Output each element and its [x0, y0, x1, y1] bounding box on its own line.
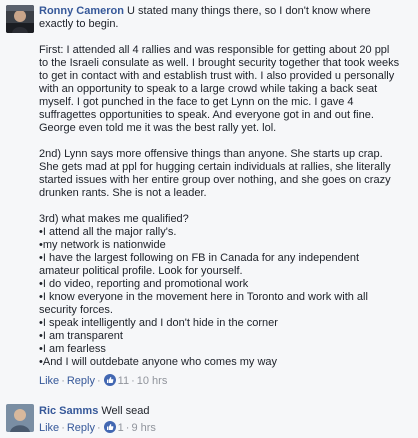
comment-line: •I speak intelligently and I don't hide … — [39, 317, 278, 329]
comment-body: exactly to begin. First: I attended all 4… — [39, 18, 415, 369]
like-count[interactable]: 11 — [118, 375, 129, 387]
timestamp[interactable]: 10 hrs — [137, 375, 168, 387]
comment-paragraph: 2nd) Lynn says more offensive things tha… — [39, 148, 415, 200]
comment-line: •I am fearless — [39, 343, 106, 355]
comment-line: to the Israeli consulate as well. I brou… — [39, 57, 400, 69]
reply-link[interactable]: Reply — [67, 422, 95, 434]
reply-link[interactable]: Reply — [67, 375, 95, 387]
comment-paragraph: 3rd) what makes me qualified? •I attend a… — [39, 213, 415, 369]
comment-line: 3rd) what makes me qualified? — [39, 213, 189, 225]
avatar[interactable] — [6, 404, 34, 432]
timestamp[interactable]: 9 hrs — [131, 422, 155, 434]
comment-line: •I do video, reporting and promotional w… — [39, 278, 249, 290]
comment-line: •my network is nationwide — [39, 239, 166, 251]
comment-line: George even told me it was the best rall… — [39, 122, 277, 134]
comment-paragraph: First: I attended all 4 rallies and was … — [39, 44, 415, 135]
comment-text: U stated many things there, so I don't k… — [127, 5, 371, 17]
comment-line: •I am transparent — [39, 330, 123, 342]
comment-paragraph: exactly to begin. — [39, 18, 415, 31]
comment-line: security forces. — [39, 304, 113, 316]
author-name[interactable]: Ronny Cameron — [39, 5, 124, 17]
avatar[interactable] — [6, 5, 34, 33]
comment-line: with an opportunity to speak to a large … — [39, 83, 378, 95]
comment-line: •I have the largest following on FB in C… — [39, 252, 360, 264]
comment-line: drunken rants. She is not a leader. — [39, 187, 207, 199]
comment-line: started issues with her entire group ove… — [39, 174, 391, 186]
like-icon — [103, 374, 116, 386]
comment-line: •I attend all the major rally's. — [39, 226, 177, 238]
author-name[interactable]: Ric Samms — [39, 405, 98, 417]
comment-actions: Like · Reply · 11 · 10 hrs — [39, 374, 168, 387]
comment-line: exactly to begin. — [39, 18, 119, 30]
comment-line: to get in contact with and establish tru… — [39, 70, 395, 82]
like-count[interactable]: 1 — [118, 422, 124, 434]
comment-line: myself. I got punched in the face to get… — [39, 96, 354, 108]
comment-text: Well sead — [101, 405, 150, 417]
comment-line: She gets mad at ppl for hugging certain … — [39, 161, 391, 173]
like-link[interactable]: Like — [39, 375, 59, 387]
comment-line: 2nd) Lynn says more offensive things tha… — [39, 148, 383, 160]
comment-actions: Like · Reply · 1 · 9 hrs — [39, 421, 156, 434]
comment-line: First: I attended all 4 rallies and was … — [39, 44, 390, 56]
comment-line: amateur political profile. Look for your… — [39, 265, 243, 277]
comment-line: •And I will outdebate anyone who comes m… — [39, 356, 278, 368]
comment-line: suffragettes opportunities to speak. And… — [39, 109, 374, 121]
comment-line: •I know everyone in the movement here in… — [39, 291, 368, 303]
like-link[interactable]: Like — [39, 422, 59, 434]
like-icon — [103, 421, 116, 433]
